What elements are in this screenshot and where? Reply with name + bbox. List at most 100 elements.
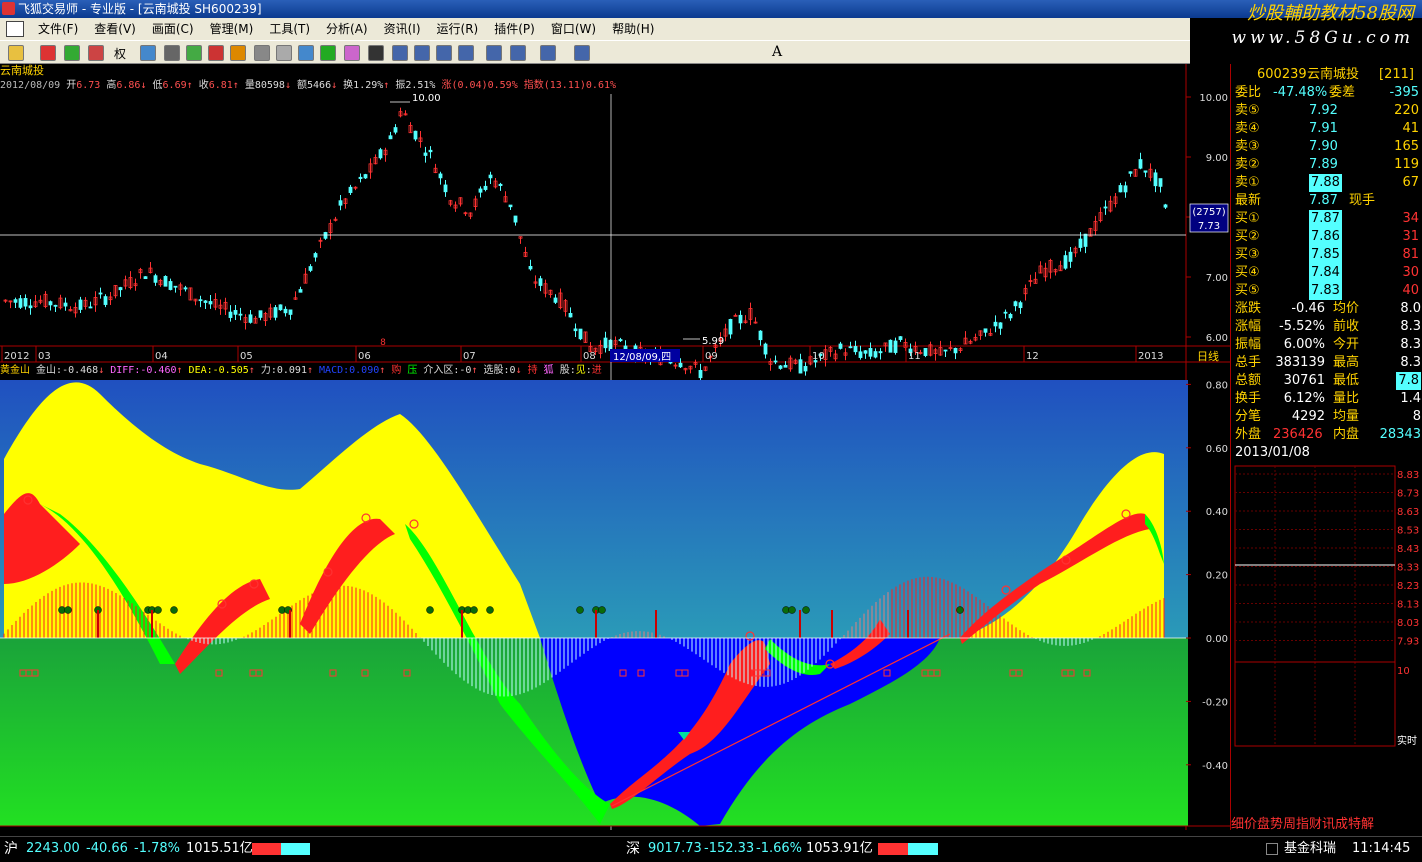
high-mark-label: 10.00 <box>412 93 441 104</box>
candle-body <box>483 185 488 190</box>
menu-window[interactable]: 窗口(W) <box>543 18 604 40</box>
minute-tick-label: 8.53 <box>1397 526 1419 537</box>
jinshan-label: 金山: <box>36 365 63 376</box>
toolbar-button-icon[interactable] <box>574 45 590 61</box>
turnover-value: 1.29% <box>353 80 384 91</box>
signal-dot <box>802 606 810 614</box>
toolbar-button-icon[interactable] <box>298 45 314 61</box>
stat-label-2: 最高 <box>1333 355 1360 370</box>
candle-body <box>728 319 733 335</box>
minute-tick-label: 8.33 <box>1397 563 1419 574</box>
candle <box>508 204 513 210</box>
weibi-label: 委比 <box>1235 85 1262 100</box>
candle <box>1138 152 1143 170</box>
amount-value: 5466 <box>307 80 332 91</box>
menu-file[interactable]: 文件(F) <box>30 18 86 40</box>
candle <box>578 328 583 341</box>
toolbar-button-icon[interactable] <box>486 45 502 61</box>
minute-chart[interactable]: 8.83 8.73 8.63 8.53 8.43 8.33 8.23 8.13 8.03 7.93… <box>1231 462 1422 832</box>
toolbar-button-icon[interactable] <box>368 45 384 61</box>
high-label: 高 <box>106 80 117 91</box>
toolbar-button-icon[interactable] <box>436 45 452 61</box>
candle <box>503 191 508 203</box>
candle-body <box>513 215 518 223</box>
diff-value: -0.460 <box>140 365 177 376</box>
stat-value: 6.12% <box>1283 391 1325 406</box>
toolbar-button-icon[interactable] <box>254 45 270 61</box>
candle <box>383 147 388 162</box>
candle-body <box>298 289 303 293</box>
sz-updown-bar <box>878 843 938 855</box>
candle <box>853 340 858 355</box>
toolbar-button-icon[interactable] <box>344 45 360 61</box>
signal-dot <box>598 606 606 614</box>
candle <box>313 251 318 262</box>
toolbar-button-icon[interactable] <box>510 45 526 61</box>
candle <box>1033 272 1038 284</box>
indicator-tick-label: 0.60 <box>1206 444 1228 455</box>
toolbar-button-icon[interactable] <box>540 45 556 61</box>
stat-value-2: 8 <box>1412 409 1421 424</box>
candle-body <box>573 328 578 332</box>
stat-row: 涨跌 -0.46 均价 8.0 <box>1231 300 1422 318</box>
signal-dot <box>576 606 584 614</box>
candle <box>1153 169 1158 193</box>
toolbar-button-icon[interactable] <box>458 45 474 61</box>
toolbar-button-icon[interactable] <box>414 45 430 61</box>
candle <box>838 341 843 350</box>
candle <box>863 350 868 359</box>
chart-canvas[interactable]: 10.009.008.007.006.00(2757)7.7310.005.99… <box>0 64 1230 836</box>
candle <box>413 130 418 142</box>
toolbar-button-icon[interactable] <box>392 45 408 61</box>
menu-plugins[interactable]: 插件(P) <box>486 18 543 40</box>
date-tick-label: 05 <box>240 351 253 362</box>
toolbar-button-icon[interactable] <box>276 45 292 61</box>
sell-row: 卖④ 7.91 41 <box>1231 120 1422 138</box>
candle-body <box>508 204 513 208</box>
signal-dot <box>486 606 494 614</box>
candle <box>98 287 103 299</box>
menu-run[interactable]: 运行(R) <box>429 18 487 40</box>
menu-view[interactable]: 查看(V) <box>86 18 144 40</box>
date-tick-label: 04 <box>155 351 168 362</box>
candle <box>128 271 133 290</box>
signal-dot <box>64 606 72 614</box>
sell-volume: 67 <box>1402 175 1419 190</box>
document-icon[interactable] <box>6 21 24 37</box>
watermark-line2: www.58Gu.com <box>1231 28 1414 48</box>
ticker-icon[interactable] <box>1266 843 1278 855</box>
buy-row: 买④ 7.84 30 <box>1231 264 1422 282</box>
buy-volume: 30 <box>1402 265 1419 280</box>
candle-body <box>163 276 168 287</box>
menu-analysis[interactable]: 分析(A) <box>318 18 376 40</box>
stat-label: 总额 <box>1235 373 1262 388</box>
indicator-tick-label: -0.20 <box>1202 697 1228 708</box>
toolbar-button-icon[interactable] <box>320 45 336 61</box>
hu-label: 狐 <box>543 365 554 376</box>
menu-tools[interactable]: 工具(T) <box>261 18 318 40</box>
turnover-label: 换 <box>343 80 354 91</box>
toolbar-button-icon[interactable] <box>140 45 156 61</box>
menu-info[interactable]: 资讯(I) <box>376 18 429 40</box>
buy-row: 买⑤ 7.83 40 <box>1231 282 1422 300</box>
toolbar-button-icon[interactable] <box>230 45 246 61</box>
menu-screen[interactable]: 画面(C) <box>144 18 202 40</box>
toolbar-button-icon[interactable] <box>208 45 224 61</box>
ticker-text[interactable]: 基金科瑞 <box>1284 837 1336 861</box>
candle <box>433 163 438 174</box>
toolbar-button-icon[interactable] <box>88 45 104 61</box>
menu-help[interactable]: 帮助(H) <box>604 18 662 40</box>
toolbar-button-icon[interactable] <box>40 45 56 61</box>
menu-manage[interactable]: 管理(M) <box>202 18 262 40</box>
toolbar-button-icon[interactable] <box>64 45 80 61</box>
candle <box>193 298 198 306</box>
text-tool-button[interactable]: A <box>772 44 782 60</box>
stat-value: 4292 <box>1291 409 1325 424</box>
toolbar-button-icon[interactable] <box>8 45 24 61</box>
toolbar-button-icon[interactable] <box>164 45 180 61</box>
candle <box>398 107 403 118</box>
window-titlebar[interactable]: 飞狐交易师 - 专业版 - [云南城投 SH600239] <box>0 0 1422 18</box>
fuquan-button[interactable]: 权 <box>114 45 126 62</box>
toolbar-button-icon[interactable] <box>186 45 202 61</box>
buy-volume: 31 <box>1402 229 1419 244</box>
